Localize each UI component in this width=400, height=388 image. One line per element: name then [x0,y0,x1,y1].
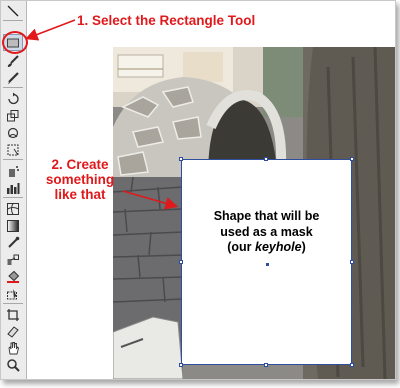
arrow-to-rectangle-tool [25,19,76,41]
arrow-to-shape [122,190,179,210]
screenshot-frame: Shape that will be used as a mask (our k… [0,0,396,380]
annotation-arrows [25,19,179,210]
